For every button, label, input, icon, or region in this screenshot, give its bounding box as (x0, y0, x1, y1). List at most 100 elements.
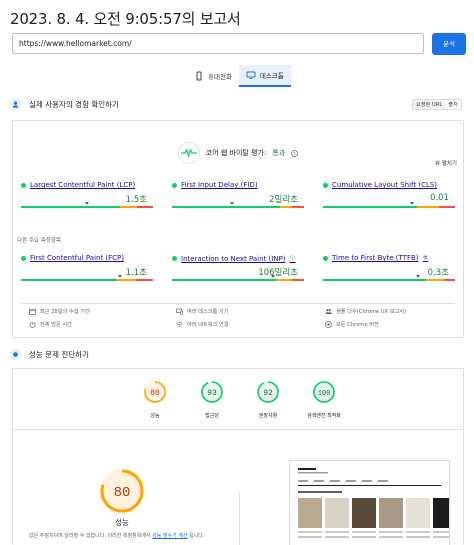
good-dot-icon (172, 256, 177, 261)
gauge-best-practices[interactable]: 92 권장사항 (254, 380, 282, 419)
desktop-icon (246, 71, 256, 79)
screenshot-captions (298, 531, 449, 533)
pulse-icon (177, 142, 200, 164)
metric-ttfb-link[interactable]: Time to First Byte (TTFB) ⚗ (323, 254, 455, 262)
toggle-origin[interactable]: 출처 (445, 100, 461, 109)
gauge-accessibility[interactable]: 93 접근성 (198, 380, 226, 419)
p75-marker (271, 275, 276, 278)
footer-chrome-versions-text: 모든 Chrome 버전 (336, 322, 379, 328)
distribution-bar (172, 279, 304, 281)
metric-fid-link[interactable]: First Input Delay (FID) (172, 181, 304, 189)
gauge-accessibility-label: 접근성 (205, 413, 219, 419)
metric-fcp-value: 1.1초 (125, 268, 147, 278)
info-icon[interactable]: ⓘ (290, 254, 296, 263)
cwv-result: 통과 (272, 149, 286, 157)
footer-network-text: 여러 네트워크 연결 (187, 322, 229, 328)
gauge-best-practices-ring: 92 (257, 381, 279, 403)
experimental-icon: ⚗ (422, 254, 428, 262)
metric-inp-value: 106밀리초 (258, 268, 298, 278)
wifi-icon (176, 322, 183, 327)
metric-fid: First Input Delay (FID) 2밀리초 (172, 181, 304, 215)
screenshot-nav (298, 478, 441, 484)
smartphone-icon (196, 71, 202, 81)
url-input[interactable]: https://www.hellomarket.com/ (12, 33, 424, 54)
gauge-performance-score: 80 (150, 389, 160, 398)
chrome-icon (325, 321, 332, 328)
footer-samples-text: 샘플 다수(Chrome UX 보고서) (336, 309, 407, 315)
metric-cls: Cumulative Layout Shift (CLS) 0.01 (323, 181, 455, 215)
timer-icon (29, 321, 36, 328)
metric-cls-value: 0.01 (430, 193, 449, 203)
toggle-url[interactable]: 요청된 URL (413, 100, 446, 109)
distribution-bar (172, 206, 304, 208)
bar-good-segment (172, 279, 277, 281)
footer-devices: 여러 데스크톱 기기 (176, 308, 228, 315)
footer-collection-period-text: 최근 28일의 수집 기간 (40, 309, 90, 315)
footer-network: 여러 네트워크 연결 (176, 321, 228, 328)
bar-poor-segment (292, 279, 304, 281)
p75-marker (230, 202, 235, 205)
product-image (379, 498, 403, 528)
devices-icon (176, 308, 183, 315)
bar-needs-improvement-segment (117, 279, 136, 281)
tab-mobile[interactable]: 휴대전화 (187, 65, 239, 87)
expand-view-link[interactable]: 뷰 펼치기 (435, 159, 457, 167)
metric-lcp-value: 1.5초 (125, 195, 147, 205)
metric-lcp-link[interactable]: Largest Contentful Paint (LCP) (21, 181, 153, 189)
bar-good-segment (172, 206, 281, 208)
real-user-title: 실제 사용자의 경험 확인하기 (29, 100, 119, 109)
report-title: 2023. 8. 4. 오전 9:05:57의 보고서 (10, 10, 241, 28)
screenshot-heading (298, 490, 348, 495)
performance-big-gauge: 80 (99, 468, 145, 514)
gauge-performance[interactable]: 80 성능 (141, 380, 169, 419)
gauge-accessibility-ring: 93 (201, 381, 223, 403)
gauge-accessibility-score: 93 (207, 389, 217, 398)
diagnose-title: 성능 문제 진단하기 (29, 350, 89, 359)
help-icon[interactable]: ? (291, 149, 299, 157)
product-image (325, 498, 349, 528)
calendar-icon (29, 308, 36, 315)
good-dot-icon (172, 182, 177, 188)
good-dot-icon (21, 182, 26, 188)
good-dot-icon (323, 255, 328, 261)
page-screenshot-thumbnail (289, 460, 450, 545)
product-image (406, 498, 430, 528)
metric-fid-name: First Input Delay (FID) (181, 181, 258, 189)
score-description-text: 값은 추정치이며 달라질 수 있습니다. 이러한 측정항목에서 (29, 533, 151, 539)
lighthouse-icon (10, 349, 21, 360)
bar-good-segment (21, 206, 120, 208)
metric-cls-name: Cumulative Layout Shift (CLS) (332, 181, 438, 189)
footer-visit-duration-text: 전체 방문 시간 (40, 322, 72, 328)
bar-poor-segment (439, 206, 455, 208)
vertical-divider (239, 493, 240, 545)
score-description-tail: 됩니다. (189, 533, 205, 539)
bar-needs-improvement-segment (425, 279, 445, 281)
distribution-bar (21, 279, 153, 281)
metric-cls-link[interactable]: Cumulative Layout Shift (CLS) (323, 181, 455, 189)
metric-inp-link[interactable]: Interaction to Next Paint (INP) ⓘ (172, 254, 304, 263)
screenshot-captions (298, 536, 449, 538)
other-metrics-label: 다른 주요 측정항목 (17, 238, 61, 244)
metric-lcp-name: Largest Contentful Paint (LCP) (30, 181, 136, 189)
gauge-seo[interactable]: 100 검색엔진 최적화 (307, 380, 341, 419)
bar-poor-segment (135, 279, 153, 281)
metric-fcp-link[interactable]: First Contentful Paint (FCP) (21, 254, 153, 262)
product-image (352, 498, 376, 528)
tab-desktop[interactable]: 데스크톱 (238, 65, 291, 87)
screenshot-rule (298, 485, 441, 486)
metric-ttfb-name: Time to First Byte (TTFB) (332, 254, 419, 262)
real-user-heading: 실제 사용자의 경험 확인하기 (10, 99, 119, 110)
metric-lcp: Largest Contentful Paint (LCP) 1.5초 (21, 181, 153, 215)
performance-big-label: 성능 (115, 518, 129, 527)
lab-data-card: 80 성능 93 접근성 92 권장사항 100 검색엔진 최적화 80 성능 (12, 368, 464, 545)
footer-samples: 샘플 다수(Chrome UX 보고서) (325, 308, 406, 315)
metric-ttfb-value: 0.3초 (427, 268, 449, 278)
score-calculation-link[interactable]: 성능 점수가 계산 (152, 533, 187, 539)
pagespeed-report: 2023. 8. 4. 오전 9:05:57의 보고서 https://www.… (0, 0, 474, 545)
footer-chrome-versions: 모든 Chrome 버전 (325, 321, 379, 328)
bar-good-segment (21, 279, 118, 281)
product-image (298, 498, 322, 528)
analyze-button[interactable]: 분석 (432, 33, 466, 55)
footer-divider (21, 303, 455, 304)
people-icon (10, 99, 21, 110)
